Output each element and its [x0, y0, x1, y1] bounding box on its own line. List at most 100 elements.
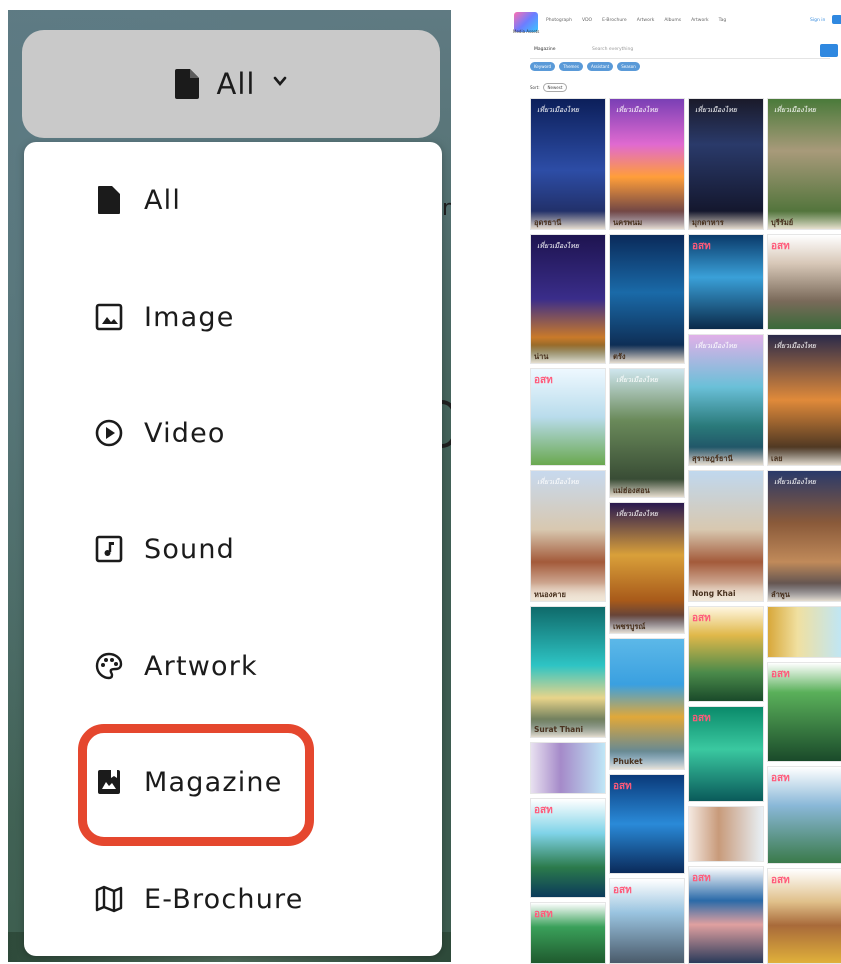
- thumbnail-label: เลย: [768, 447, 841, 465]
- search-type-select[interactable]: Magazine: [534, 47, 556, 52]
- menu-item-label: Artwork: [144, 650, 258, 682]
- nav-link-artwork-2[interactable]: Artwork: [691, 18, 709, 23]
- magazine-thumbnail[interactable]: Phuket: [609, 638, 685, 770]
- grid-column: เที่ยวเมืองไทย นครพนม ตรัง เที่ยวเมืองไท…: [609, 98, 685, 964]
- magazine-thumbnail[interactable]: อสท: [767, 766, 841, 864]
- image-icon: [95, 303, 123, 331]
- site-logo-text: Media Assets: [513, 29, 540, 34]
- nav-link-albums[interactable]: Albums: [664, 18, 681, 23]
- magazine-thumbnail[interactable]: เที่ยวเมืองไทย เลย: [767, 334, 841, 466]
- magazine-thumbnail[interactable]: เที่ยวเมืองไทย นครพนม: [609, 98, 685, 230]
- magazine-thumbnail[interactable]: [688, 806, 764, 862]
- menu-item-artwork[interactable]: Artwork: [94, 636, 258, 696]
- thumbnail-label: ลำพูน: [768, 583, 841, 601]
- magazine-highlight-annotation: [78, 724, 314, 846]
- series-script: เที่ยวเมืองไทย: [774, 342, 816, 350]
- filter-chip[interactable]: Themes: [559, 62, 583, 71]
- nav-link-photograph[interactable]: Photograph: [546, 18, 572, 23]
- series-script: เที่ยวเมืองไทย: [695, 342, 737, 350]
- series-script: เที่ยวเมืองไทย: [695, 106, 737, 114]
- magazine-thumbnail[interactable]: เที่ยวเมืองไทย หนองคาย: [530, 470, 606, 602]
- thumbnail-label: น่าน: [531, 345, 605, 363]
- thumbnail-label: บุรีรัมย์: [768, 211, 841, 229]
- sort-select[interactable]: Newest: [542, 83, 568, 92]
- magazine-brand-mark: อสท: [692, 241, 711, 252]
- thumbnail-label: ตรัง: [610, 345, 684, 363]
- magazine-thumbnail[interactable]: อสท: [530, 902, 606, 964]
- filter-chip[interactable]: Keyword: [530, 62, 556, 71]
- magazine-brand-mark: อสท: [771, 875, 790, 886]
- magazine-thumbnail[interactable]: อสท: [688, 234, 764, 330]
- series-script: เที่ยวเมืองไทย: [616, 106, 658, 114]
- magazine-thumbnail[interactable]: อสท: [688, 866, 764, 964]
- sign-in-link[interactable]: Sign in: [810, 18, 825, 23]
- magazine-thumbnail[interactable]: [767, 606, 841, 658]
- magazine-thumbnail[interactable]: อสท: [609, 774, 685, 874]
- magazine-thumbnail[interactable]: เที่ยวเมืองไทย ลำพูน: [767, 470, 841, 602]
- menu-item-label: All: [144, 184, 182, 216]
- thumbnail-label: สุราษฎร์ธานี: [689, 447, 763, 465]
- magazine-thumbnail[interactable]: อสท: [530, 798, 606, 898]
- magazine-brand-mark: อสท: [771, 241, 790, 252]
- sort-control: Sort: Newest: [530, 83, 568, 92]
- menu-item-video[interactable]: Video: [94, 403, 226, 463]
- magazine-thumbnail[interactable]: อสท: [688, 606, 764, 702]
- magazine-brand-mark: อสท: [613, 781, 632, 792]
- thumbnail-label: Phuket: [610, 751, 684, 769]
- thumbnail-label: อุดรธานี: [531, 211, 605, 229]
- magazine-thumbnail[interactable]: อสท: [688, 706, 764, 802]
- menu-item-sound[interactable]: Sound: [94, 519, 235, 579]
- magazine-thumbnail[interactable]: เที่ยวเมืองไทย มุกดาหาร: [688, 98, 764, 230]
- magazine-thumbnail[interactable]: อสท: [767, 868, 841, 964]
- magazine-thumbnail[interactable]: อสท: [530, 368, 606, 466]
- menu-item-all[interactable]: All: [94, 170, 181, 230]
- magazine-brand-mark: อสท: [771, 773, 790, 784]
- series-script: เที่ยวเมืองไทย: [774, 478, 816, 486]
- series-script: เที่ยวเมืองไทย: [616, 376, 658, 384]
- magazine-brand-mark: อสท: [534, 909, 553, 920]
- magazine-thumbnail[interactable]: Surat Thani: [530, 606, 606, 738]
- series-script: เที่ยวเมืองไทย: [774, 106, 816, 114]
- magazine-thumbnail[interactable]: เที่ยวเมืองไทย น่าน: [530, 234, 606, 364]
- series-script: เที่ยวเมืองไทย: [537, 242, 579, 250]
- thumbnail-label: แม่ฮ่องสอน: [610, 479, 684, 497]
- top-navigation: Media Assets Photograph VDO E-Brochure A…: [510, 10, 841, 38]
- series-script: เที่ยวเมืองไทย: [537, 106, 579, 114]
- magazine-thumbnail[interactable]: Nong Khai: [688, 470, 764, 602]
- menu-item-label: Sound: [144, 533, 236, 565]
- magazine-brand-mark: อสท: [692, 613, 711, 624]
- file-icon: [98, 186, 120, 214]
- filter-chip[interactable]: Season: [617, 62, 640, 71]
- magazine-thumbnail[interactable]: ตรัง: [609, 234, 685, 364]
- music-note-icon: [95, 535, 123, 563]
- magazine-thumbnail[interactable]: เที่ยวเมืองไทย บุรีรัมย์: [767, 98, 841, 230]
- magazine-thumbnail[interactable]: อสท: [609, 878, 685, 964]
- map-icon: [95, 885, 123, 913]
- magazine-thumbnail[interactable]: [530, 742, 606, 794]
- grid-column: เที่ยวเมืองไทย บุรีรัมย์ อสท เที่ยวเมือง…: [767, 98, 841, 964]
- nav-action-button[interactable]: [832, 15, 841, 24]
- nav-link-vdo[interactable]: VDO: [582, 18, 592, 23]
- magazine-thumbnail[interactable]: เที่ยวเมืองไทย อุดรธานี: [530, 98, 606, 230]
- palette-icon: [95, 652, 123, 680]
- file-icon: [174, 69, 199, 99]
- magazine-thumbnail[interactable]: อสท: [767, 662, 841, 762]
- search-input[interactable]: Search everything: [592, 47, 633, 52]
- magazine-thumbnail[interactable]: เที่ยวเมืองไทย เพชรบูรณ์: [609, 502, 685, 634]
- filter-chip[interactable]: Assistant: [586, 62, 614, 71]
- menu-item-e-brochure[interactable]: E-Brochure: [94, 869, 304, 929]
- magazine-thumbnail[interactable]: เที่ยวเมืองไทย แม่ฮ่องสอน: [609, 368, 685, 498]
- magazine-thumbnail[interactable]: เที่ยวเมืองไทย สุราษฎร์ธานี: [688, 334, 764, 466]
- nav-link-tag[interactable]: Tag: [719, 18, 727, 23]
- magazine-brand-mark: อสท: [534, 805, 553, 816]
- magazine-thumbnail[interactable]: อสท: [767, 234, 841, 330]
- grid-column: เที่ยวเมืองไทย มุกดาหาร อสท เที่ยวเมืองไ…: [688, 98, 764, 964]
- menu-item-label: Video: [144, 417, 226, 449]
- content-type-dropdown-trigger[interactable]: All: [22, 30, 440, 138]
- filter-chips: Keyword Themes Assistant Season: [530, 62, 640, 71]
- menu-item-image[interactable]: Image: [94, 287, 235, 347]
- nav-link-e-brochure[interactable]: E-Brochure: [602, 18, 627, 23]
- nav-link-artwork[interactable]: Artwork: [637, 18, 655, 23]
- thumbnail-label: เพชรบูรณ์: [610, 615, 684, 633]
- search-button[interactable]: [820, 44, 838, 57]
